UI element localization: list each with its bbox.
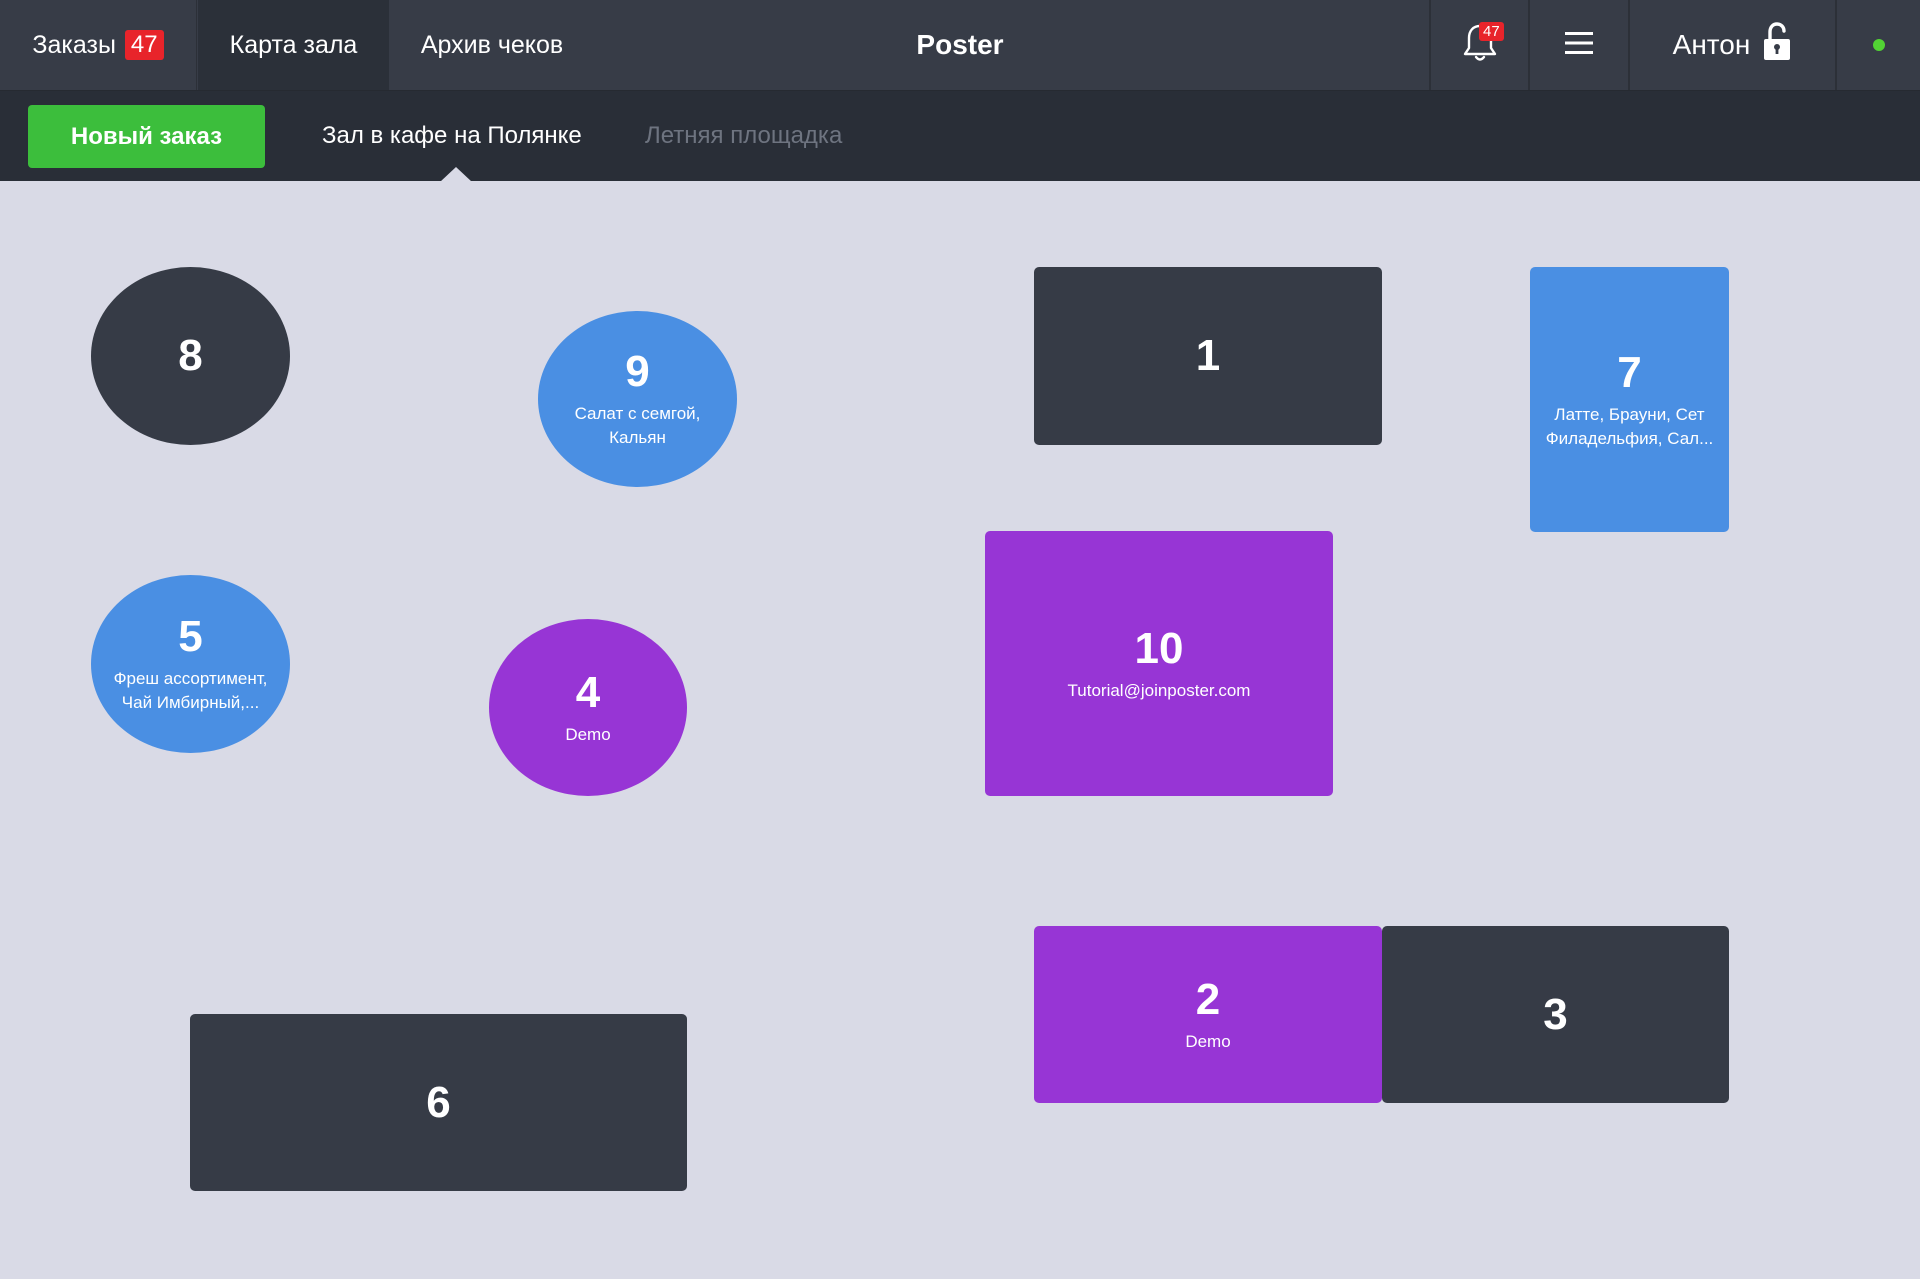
table-8[interactable]: 8	[91, 267, 290, 445]
floor-plan: 8 9 Салат с семгой, Кальян 1 7 Латте, Бр…	[0, 181, 1920, 1279]
table-number: 7	[1617, 347, 1642, 397]
online-status-dot-icon	[1872, 39, 1885, 51]
hamburger-menu-icon	[1564, 31, 1594, 60]
new-order-button[interactable]: Новый заказ	[28, 105, 265, 168]
table-3[interactable]: 3	[1382, 926, 1729, 1103]
table-number: 10	[1134, 623, 1184, 673]
table-4[interactable]: 4 Demo	[489, 619, 687, 796]
tab-hall-map-label: Карта зала	[229, 30, 358, 59]
active-hall-indicator	[440, 167, 472, 182]
menu-button[interactable]	[1530, 0, 1628, 90]
unlocked-padlock-icon	[1762, 21, 1792, 69]
table-order-items: Demo	[565, 724, 611, 744]
tab-orders-label: Заказы	[32, 30, 116, 59]
orders-count-badge: 47	[124, 30, 164, 60]
table-number: 5	[178, 612, 203, 661]
table-number: 3	[1543, 989, 1568, 1039]
table-2[interactable]: 2 Demo	[1034, 926, 1382, 1103]
table-order-items: Tutorial@joinposter.com	[1067, 680, 1251, 700]
tab-orders[interactable]: Заказы 47	[0, 0, 197, 90]
table-10[interactable]: 10 Tutorial@joinposter.com	[985, 531, 1333, 796]
table-order-items: Фреш ассортимент, Чай Имбирный,...	[113, 669, 268, 712]
user-name: Антон	[1672, 29, 1751, 60]
tab-receipts-archive[interactable]: Архив чеков	[389, 0, 595, 90]
table-order-items: Салат с семгой, Кальян	[574, 404, 701, 447]
table-7[interactable]: 7 Латте, Брауни, Сет Филадельфия, Сал...	[1530, 267, 1729, 532]
user-account-button[interactable]: Антон	[1630, 0, 1835, 90]
connection-status	[1837, 0, 1920, 90]
table-order-items: Латте, Брауни, Сет Филадельфия, Сал...	[1545, 404, 1714, 448]
notifications-button[interactable]: 47	[1431, 0, 1528, 90]
table-6[interactable]: 6	[190, 1014, 687, 1191]
table-number: 1	[1195, 331, 1221, 380]
table-number: 6	[426, 1077, 451, 1127]
table-9[interactable]: 9 Салат с семгой, Кальян	[538, 311, 737, 487]
table-5[interactable]: 5 Фреш ассортимент, Чай Имбирный,...	[91, 575, 290, 753]
table-number: 2	[1195, 974, 1221, 1024]
table-order-items: Demo	[1185, 1031, 1231, 1051]
tab-hall-map[interactable]: Карта зала	[198, 0, 389, 90]
table-number: 8	[178, 331, 203, 380]
app-title: Poster	[916, 29, 1004, 60]
table-1[interactable]: 1	[1034, 267, 1382, 445]
tab-receipts-archive-label: Архив чеков	[420, 30, 564, 59]
notifications-count-badge: 47	[1479, 22, 1504, 41]
top-bar: Заказы 47 Карта зала Архив чеков Poster …	[0, 0, 1920, 91]
hall-tab-summer-terrace[interactable]: Летняя площадка	[645, 91, 842, 181]
table-number: 9	[625, 347, 650, 396]
table-number: 4	[575, 667, 601, 717]
hall-bar: Новый заказ Зал в кафе на Полянке Летняя…	[0, 91, 1920, 181]
